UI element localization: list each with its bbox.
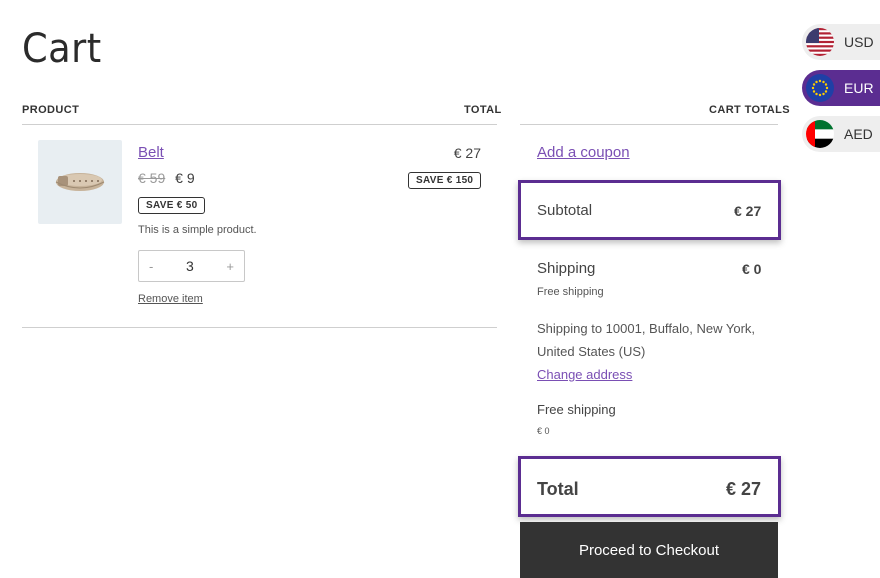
subtotal-label: Subtotal xyxy=(537,202,593,219)
shipping-label: Shipping xyxy=(537,260,596,277)
column-header-product: PRODUCT xyxy=(22,104,80,116)
save-badge: SAVE € 50 xyxy=(138,197,206,214)
total-label: Total xyxy=(537,479,579,499)
quantity-increase-button[interactable]: + xyxy=(226,259,234,274)
line-total: € 27 xyxy=(453,145,481,161)
shipping-option-price: € 0 xyxy=(537,426,550,436)
currency-code: EUR xyxy=(844,80,874,96)
quantity-value[interactable]: 3 xyxy=(186,258,194,274)
add-coupon-link[interactable]: Add a coupon xyxy=(537,144,630,161)
product-price: € 59 € 9 xyxy=(138,170,195,186)
line-save-badge: SAVE € 150 xyxy=(408,172,482,189)
column-header-total: TOTAL xyxy=(464,104,502,116)
currency-option-aed[interactable]: AED xyxy=(802,116,880,152)
totals-header-divider xyxy=(520,124,778,125)
product-description: This is a simple product. xyxy=(138,224,257,236)
product-thumbnail[interactable] xyxy=(38,140,122,224)
shipping-destination-text: Shipping to 10001, Buffalo, New York, Un… xyxy=(537,321,756,359)
page-title: Cart xyxy=(22,26,102,72)
us-flag-icon xyxy=(806,28,834,56)
proceed-to-checkout-button[interactable]: Proceed to Checkout xyxy=(520,522,778,578)
shipping-destination: Shipping to 10001, Buffalo, New York, Un… xyxy=(537,317,772,386)
product-name-link[interactable]: Belt xyxy=(138,144,164,161)
cart-totals-heading: CART TOTALS xyxy=(709,104,790,116)
sale-price: € 9 xyxy=(175,170,195,186)
change-address-link[interactable]: Change address xyxy=(537,367,632,382)
shipping-option-label: Free shipping xyxy=(537,402,616,417)
regular-price: € 59 xyxy=(138,170,166,186)
table-bottom-divider xyxy=(22,327,497,328)
remove-item-link[interactable]: Remove item xyxy=(138,293,203,305)
quantity-decrease-button[interactable]: - xyxy=(149,259,153,274)
currency-option-usd[interactable]: USD xyxy=(802,24,880,60)
shipping-method: Free shipping xyxy=(537,286,604,298)
uae-flag-icon xyxy=(806,120,834,148)
quantity-stepper[interactable]: - 3 + xyxy=(138,250,245,282)
subtotal-value: € 27 xyxy=(734,203,762,219)
currency-option-eur[interactable]: EUR xyxy=(802,70,880,106)
currency-code: USD xyxy=(844,34,874,50)
table-header-divider xyxy=(22,124,497,125)
belt-image-icon xyxy=(55,173,105,191)
eu-flag-icon xyxy=(806,74,834,102)
shipping-value: € 0 xyxy=(742,261,762,277)
currency-code: AED xyxy=(844,126,873,142)
total-value: € 27 xyxy=(726,479,762,499)
